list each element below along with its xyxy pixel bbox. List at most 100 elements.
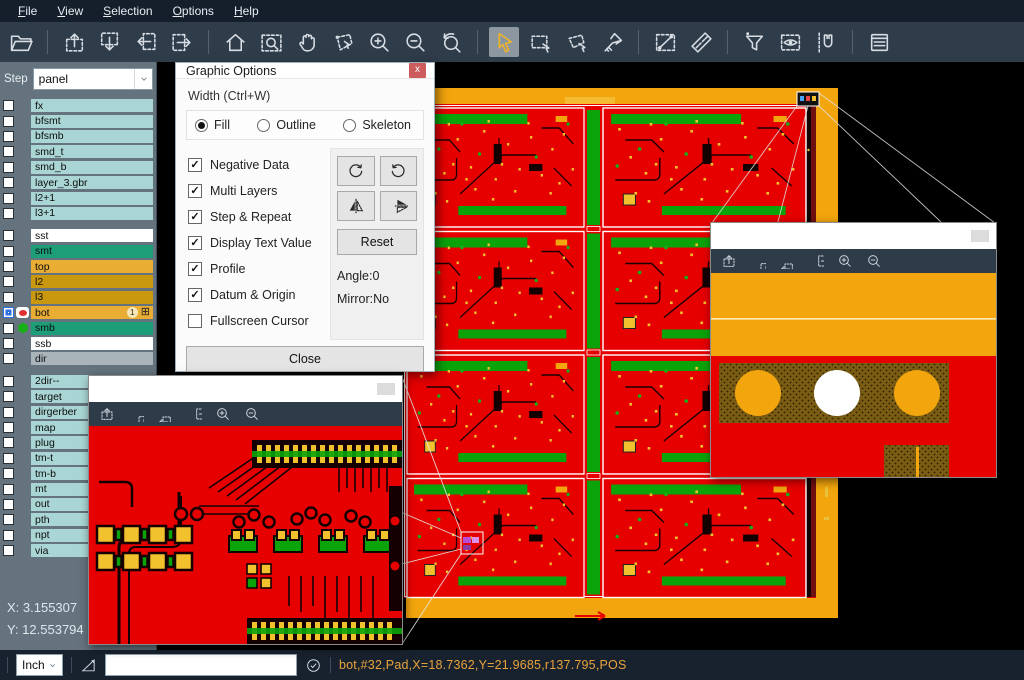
layer-visibility-checkbox[interactable]	[3, 453, 14, 464]
open-file-button[interactable]	[6, 27, 36, 57]
layer-visibility-checkbox[interactable]	[3, 514, 14, 525]
layer-name[interactable]: l2	[31, 275, 153, 288]
magnifier-content[interactable]	[89, 426, 402, 644]
unit-select[interactable]: Inch	[16, 654, 63, 676]
zoom-window-icon[interactable]	[256, 27, 286, 57]
menu-item[interactable]: Help	[224, 0, 269, 22]
layer-visibility-checkbox[interactable]	[3, 391, 14, 402]
layer-name[interactable]: sst	[31, 229, 153, 242]
layer-row[interactable]: smd_t	[0, 144, 156, 159]
layer-visibility-checkbox[interactable]	[3, 407, 14, 418]
view-options-icon[interactable]	[775, 27, 805, 57]
dialog-titlebar[interactable]: Graphic Options x	[176, 63, 434, 79]
layer-visibility-checkbox[interactable]	[3, 437, 14, 448]
layer-visibility-checkbox[interactable]	[3, 468, 14, 479]
layer-name[interactable]: bot 1 ⊞	[31, 306, 153, 319]
layer-name[interactable]: bfsmb	[31, 130, 153, 143]
zoom-in-icon[interactable]	[837, 253, 853, 269]
layer-visibility-checkbox[interactable]	[3, 193, 14, 204]
checkbox[interactable]	[188, 314, 202, 328]
checkbox[interactable]: ✓	[188, 210, 202, 224]
layer-name[interactable]: l2+1	[31, 192, 153, 205]
layer-row[interactable]: top	[0, 259, 156, 274]
layer-name[interactable]: layer_3.gbr	[31, 176, 153, 189]
layer-visibility-checkbox[interactable]	[3, 307, 14, 318]
layer-row[interactable]: dir	[0, 351, 156, 366]
layer-name[interactable]: smd_t	[31, 145, 153, 158]
zoom-previous-icon[interactable]	[436, 27, 466, 57]
move-right-icon[interactable]	[167, 27, 197, 57]
command-input[interactable]	[105, 654, 297, 676]
menu-item[interactable]: File	[8, 0, 47, 22]
layer-row[interactable]: smt	[0, 244, 156, 259]
select-rect-icon[interactable]	[525, 27, 555, 57]
magnifier-window-left[interactable]	[88, 375, 403, 645]
layer-visibility-checkbox[interactable]	[3, 162, 14, 173]
layer-visibility-checkbox[interactable]	[3, 338, 14, 349]
select-pointer-icon[interactable]	[489, 27, 519, 57]
magnifier-titlebar[interactable]	[89, 376, 402, 402]
mirror-horizontal-button[interactable]	[337, 191, 375, 221]
layer-list-icon[interactable]	[864, 27, 894, 57]
zoom-out-icon[interactable]	[866, 253, 882, 269]
layer-name[interactable]: l3+1	[31, 207, 153, 220]
checkbox-option[interactable]: ✓ Profile	[188, 262, 322, 276]
layer-row[interactable]: bfsmb	[0, 129, 156, 144]
layer-name[interactable]: fx	[31, 99, 153, 112]
move-up-icon[interactable]	[59, 27, 89, 57]
checkbox[interactable]: ✓	[188, 262, 202, 276]
move-down-icon[interactable]	[95, 27, 125, 57]
layer-name[interactable]: bfsmt	[31, 115, 153, 128]
menu-item[interactable]: Options	[163, 0, 224, 22]
mirror-vertical-button[interactable]	[380, 191, 418, 221]
move-right-icon[interactable]	[186, 406, 202, 422]
filter-icon[interactable]	[739, 27, 769, 57]
layer-visibility-checkbox[interactable]	[3, 484, 14, 495]
window-button[interactable]	[971, 230, 989, 242]
layer-visibility-checkbox[interactable]	[3, 530, 14, 541]
layer-row[interactable]: sst	[0, 228, 156, 243]
layer-row[interactable]: smd_b	[0, 160, 156, 175]
layer-name[interactable]: smb	[31, 322, 153, 335]
select-polygon-icon[interactable]	[561, 27, 591, 57]
snap-magnet-icon[interactable]	[811, 27, 841, 57]
magnifier-window-right[interactable]	[710, 222, 997, 478]
menu-item[interactable]: View	[47, 0, 93, 22]
measure-line-icon[interactable]	[650, 27, 680, 57]
layer-visibility-checkbox[interactable]	[3, 146, 14, 157]
checkbox-option[interactable]: Fullscreen Cursor	[188, 314, 322, 328]
step-select[interactable]: panel	[33, 68, 153, 90]
reset-button[interactable]: Reset	[337, 229, 417, 255]
menu-item[interactable]: Selection	[93, 0, 162, 22]
radio-circle[interactable]	[343, 119, 356, 132]
layer-row[interactable]: smb	[0, 320, 156, 335]
zoom-in-icon[interactable]	[364, 27, 394, 57]
angle-mode-icon[interactable]	[80, 657, 97, 674]
zoom-in-icon[interactable]	[215, 406, 231, 422]
move-up-icon[interactable]	[721, 253, 737, 269]
clean-brush-icon[interactable]	[597, 27, 627, 57]
close-icon[interactable]: x	[409, 63, 426, 78]
checkbox-option[interactable]: ✓ Multi Layers	[188, 184, 322, 198]
layer-row[interactable]: l3	[0, 290, 156, 305]
layer-name[interactable]: l3	[31, 291, 153, 304]
layer-visibility-checkbox[interactable]	[3, 545, 14, 556]
measure-area-icon[interactable]	[328, 27, 358, 57]
radio-circle[interactable]	[195, 119, 208, 132]
checkbox-option[interactable]: ✓ Negative Data	[188, 158, 322, 172]
layer-name[interactable]: top	[31, 260, 153, 273]
magnifier-titlebar[interactable]	[711, 223, 996, 249]
layer-visibility-checkbox[interactable]	[3, 353, 14, 364]
move-right-icon[interactable]	[808, 253, 824, 269]
layer-name[interactable]: ssb	[31, 337, 153, 350]
checkbox[interactable]: ✓	[188, 288, 202, 302]
layer-visibility-checkbox[interactable]	[3, 323, 14, 334]
layer-visibility-checkbox[interactable]	[3, 261, 14, 272]
checkbox[interactable]: ✓	[188, 236, 202, 250]
layer-visibility-checkbox[interactable]	[3, 230, 14, 241]
layer-name[interactable]: smd_b	[31, 161, 153, 174]
layer-visibility-checkbox[interactable]	[3, 116, 14, 127]
layer-row[interactable]: bfsmt	[0, 113, 156, 128]
checkbox-option[interactable]: ✓ Datum & Origin	[188, 288, 322, 302]
checkbox[interactable]: ✓	[188, 184, 202, 198]
